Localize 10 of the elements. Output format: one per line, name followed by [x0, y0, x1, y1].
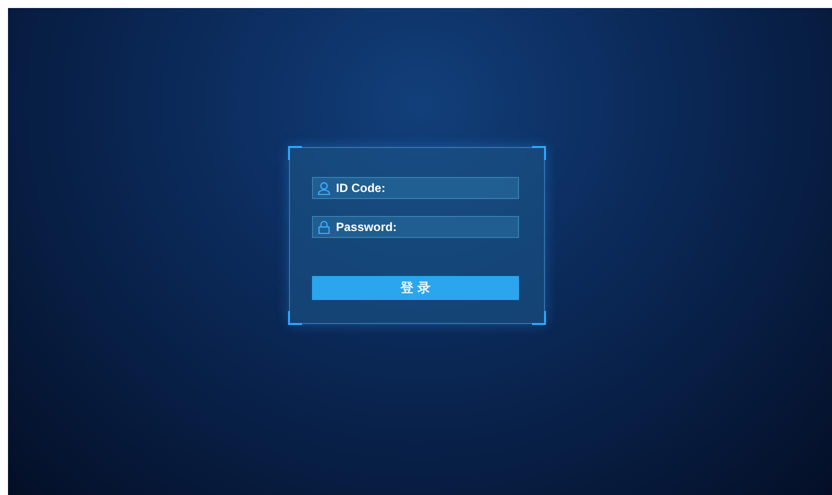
- field-label: Password:: [336, 219, 397, 236]
- id-code-field[interactable]: ID Code:: [312, 177, 519, 199]
- corner-bracket: [288, 146, 302, 160]
- corner-bracket: [288, 311, 302, 325]
- field-label: ID Code:: [336, 180, 386, 197]
- corner-bracket: [532, 311, 546, 325]
- password-field[interactable]: Password:: [312, 216, 519, 238]
- user-icon: [317, 181, 331, 195]
- corner-bracket: [532, 146, 546, 160]
- lock-icon: [317, 220, 331, 234]
